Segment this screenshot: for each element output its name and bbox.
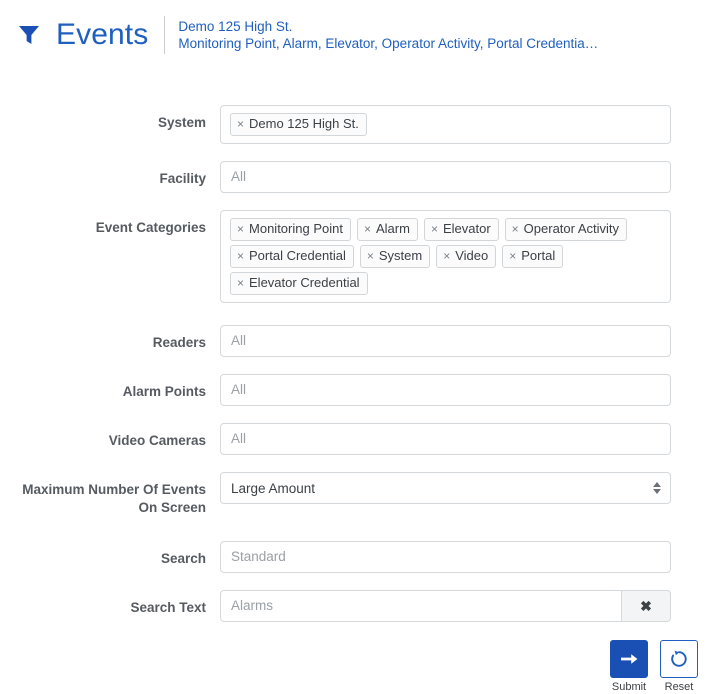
search-placeholder: Standard xyxy=(231,549,286,564)
token-remove-icon[interactable]: × xyxy=(367,248,374,264)
token-remove-icon[interactable]: × xyxy=(509,248,516,264)
token-remove-icon[interactable]: × xyxy=(431,221,438,237)
submit-button-box[interactable] xyxy=(610,640,648,678)
page-header: Events Demo 125 High St. Monitoring Poin… xyxy=(0,0,714,60)
token-remove-icon[interactable]: × xyxy=(237,248,244,264)
label-readers: Readers xyxy=(152,335,206,350)
field-search-text: Alarms ✖ xyxy=(220,590,671,622)
label-search: Search xyxy=(160,551,206,566)
field-readers: All xyxy=(220,325,671,357)
form-actions: Submit Reset xyxy=(0,640,714,694)
label-alarm-points: Alarm Points xyxy=(122,384,206,399)
reset-button-label: Reset xyxy=(664,681,694,693)
token-label: Alarm xyxy=(375,221,410,236)
label-system: System xyxy=(157,115,206,130)
token[interactable]: × Monitoring Point xyxy=(230,218,351,241)
form-row-video-cameras: Video Cameras All xyxy=(0,423,714,455)
filter-funnel-icon xyxy=(14,20,44,50)
spinner-arrows-icon[interactable] xyxy=(653,482,661,494)
system-token-input[interactable]: × Demo 125 High St. xyxy=(220,105,671,144)
search-text-placeholder: Alarms xyxy=(231,598,274,613)
form-row-search-text: Search Text Alarms ✖ xyxy=(0,590,714,622)
label-event-categories: Event Categories xyxy=(95,220,206,235)
facility-placeholder: All xyxy=(231,169,247,184)
alarm-points-placeholder: All xyxy=(231,382,247,397)
label-max-events: Maximum Number Of Events On Screen xyxy=(0,472,220,517)
token[interactable]: × Video xyxy=(436,245,497,268)
event-categories-token-input[interactable]: × Monitoring Point × Alarm × Elevator × Oper… xyxy=(220,210,671,303)
form-row-event-categories: Event Categories × Monitoring Point × Alar… xyxy=(0,210,714,303)
field-facility: All xyxy=(220,161,671,193)
field-video-cameras: All xyxy=(220,423,671,455)
token-remove-icon[interactable]: × xyxy=(237,221,244,237)
submit-button[interactable]: Submit xyxy=(609,640,649,694)
token[interactable]: × Portal Credential xyxy=(230,245,354,268)
chevron-down-icon[interactable] xyxy=(653,489,661,494)
token[interactable]: × System xyxy=(359,245,431,268)
form-row-facility: Facility All xyxy=(0,161,714,193)
form-row-search: Search Standard xyxy=(0,541,714,573)
search-input[interactable]: Standard xyxy=(220,541,671,573)
field-event-categories: × Monitoring Point × Alarm × Elevator × Oper… xyxy=(220,210,671,303)
search-text-input-group: Alarms ✖ xyxy=(220,590,671,622)
chevron-up-icon[interactable] xyxy=(653,482,661,487)
readers-input[interactable]: All xyxy=(220,325,671,357)
token-label: Demo 125 High St. xyxy=(249,116,359,131)
form-row-readers: Readers All xyxy=(0,325,714,357)
token-label: Portal xyxy=(521,248,556,263)
reset-button-box[interactable] xyxy=(660,640,698,678)
reset-button[interactable]: Reset xyxy=(659,640,699,694)
token-label: Video xyxy=(455,248,489,263)
token-remove-icon[interactable]: × xyxy=(237,116,244,132)
facility-input[interactable]: All xyxy=(220,161,671,193)
page-title: Events xyxy=(56,18,149,51)
refresh-ccw-icon xyxy=(671,650,687,667)
max-events-select[interactable]: Large Amount xyxy=(220,472,671,504)
header-subtitle-categories: Monitoring Point, Alarm, Elevator, Opera… xyxy=(178,36,599,51)
token[interactable]: × Elevator xyxy=(423,218,499,241)
close-x-icon: ✖ xyxy=(640,597,652,614)
label-max-events-line1: Maximum Number Of Events xyxy=(22,482,206,497)
token-label: Monitoring Point xyxy=(249,221,343,236)
label-video-cameras: Video Cameras xyxy=(108,433,206,448)
token-label: Elevator xyxy=(442,221,491,236)
field-system: × Demo 125 High St. xyxy=(220,105,671,144)
token-remove-icon[interactable]: × xyxy=(443,248,450,264)
header-divider xyxy=(164,16,166,54)
header-subtitle: Demo 125 High St. Monitoring Point, Alar… xyxy=(178,18,598,52)
token[interactable]: × Operator Activity xyxy=(504,218,628,241)
label-max-events-line2: On Screen xyxy=(138,500,206,515)
filter-form: System × Demo 125 High St. Facility All … xyxy=(0,60,714,694)
form-row-alarm-points: Alarm Points All xyxy=(0,374,714,406)
alarm-points-input[interactable]: All xyxy=(220,374,671,406)
search-text-clear-button[interactable]: ✖ xyxy=(621,590,671,622)
label-facility: Facility xyxy=(159,171,206,186)
label-search-text: Search Text xyxy=(130,600,206,615)
video-cameras-placeholder: All xyxy=(231,431,247,446)
token-remove-icon[interactable]: × xyxy=(512,221,519,237)
token-label: Portal Credential xyxy=(249,248,346,263)
header-subtitle-system: Demo 125 High St. xyxy=(178,19,293,34)
token[interactable]: × Portal xyxy=(502,245,564,268)
submit-button-label: Submit xyxy=(611,681,647,693)
token-label: Operator Activity xyxy=(523,221,620,236)
max-events-selected-value: Large Amount xyxy=(231,480,316,496)
field-max-events: Large Amount xyxy=(220,472,671,504)
search-text-input[interactable]: Alarms xyxy=(220,590,621,622)
arrow-right-icon xyxy=(621,654,638,664)
token-remove-icon[interactable]: × xyxy=(237,275,244,291)
field-alarm-points: All xyxy=(220,374,671,406)
token-label: System xyxy=(378,248,423,263)
form-row-system: System × Demo 125 High St. xyxy=(0,105,714,144)
token[interactable]: × Alarm xyxy=(356,218,418,241)
readers-placeholder: All xyxy=(231,333,247,348)
field-search: Standard xyxy=(220,541,671,573)
token[interactable]: × Demo 125 High St. xyxy=(230,113,367,136)
token[interactable]: × Elevator Credential xyxy=(230,272,368,295)
form-row-max-events: Maximum Number Of Events On Screen Large… xyxy=(0,472,714,517)
token-remove-icon[interactable]: × xyxy=(364,221,371,237)
token-label: Elevator Credential xyxy=(249,275,360,290)
video-cameras-input[interactable]: All xyxy=(220,423,671,455)
